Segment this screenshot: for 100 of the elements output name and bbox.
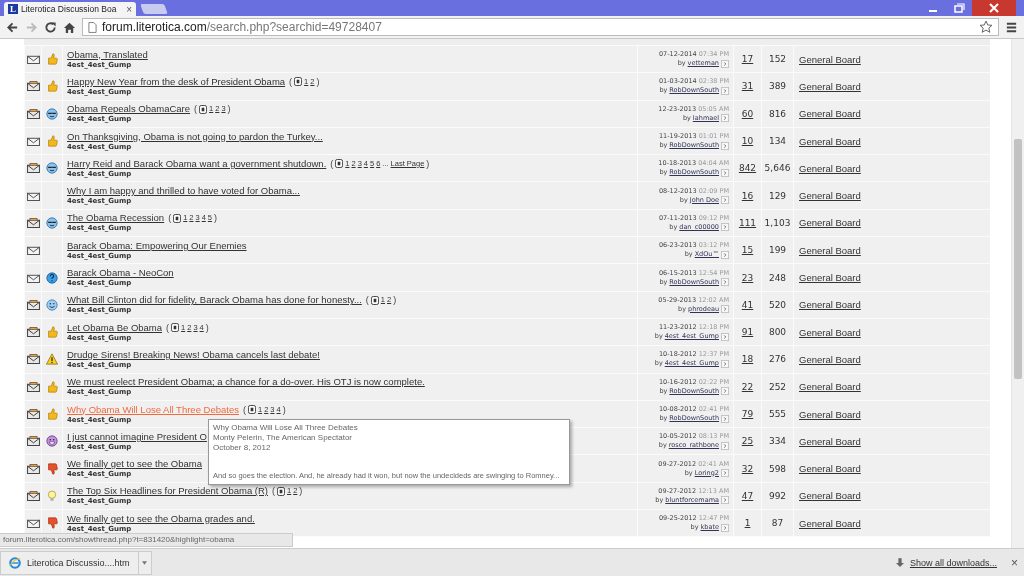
thread-title-link[interactable]: The Top Six Headlines for President Obama (R)	[67, 485, 268, 498]
status-url: forum.literotica.com/showthread.php?t=831420&highlight=obama	[0, 533, 293, 547]
multipage-icon	[171, 323, 180, 333]
thread-title-link[interactable]: On Thanksgiving, Obama is not going to pardon the Turkey...	[67, 130, 323, 143]
bookmark-star-icon[interactable]	[979, 20, 993, 34]
replies-count-link[interactable]: 32	[741, 463, 754, 474]
close-tab-button[interactable]: ×	[126, 3, 132, 15]
go-to-last-post-icon[interactable]	[721, 387, 729, 396]
forum-link[interactable]: General Board	[799, 162, 861, 174]
go-to-last-post-icon[interactable]	[721, 469, 729, 478]
forum-link[interactable]: General Board	[799, 272, 861, 283]
thread-title-link[interactable]: Barack Obama: Empowering Our Enemies	[67, 239, 247, 252]
thread-title-link[interactable]: Harry Reid and Barack Obama want a government shutdown.	[67, 157, 327, 170]
go-to-last-post-icon[interactable]	[721, 523, 729, 532]
scrollbar-thumb[interactable]	[1014, 139, 1022, 379]
replies-count-link[interactable]: 41	[741, 299, 754, 310]
multipage-icon	[199, 104, 208, 114]
go-to-last-post-icon[interactable]	[721, 414, 729, 423]
bracket: (	[365, 294, 369, 307]
forum-link[interactable]: General Board	[799, 353, 861, 365]
thread-title-link[interactable]: Obama Repeals ObamaCare	[67, 103, 191, 116]
go-to-last-post-icon[interactable]	[721, 59, 729, 68]
go-to-last-post-icon[interactable]	[721, 441, 729, 450]
thumbs-up-icon	[46, 53, 58, 66]
thread-title-link[interactable]: I just cannot imagine President O	[67, 430, 207, 443]
go-to-last-post-icon[interactable]	[721, 86, 729, 95]
replies-count-link[interactable]: 25	[741, 436, 754, 447]
back-icon[interactable]	[6, 20, 19, 34]
thread-title-link[interactable]: We finally get to see the Obama	[67, 458, 202, 471]
thread-title-link[interactable]: Let Obama Be Obama	[67, 321, 163, 334]
close-window-icon[interactable]	[972, 0, 1016, 16]
forum-link[interactable]: General Board	[799, 217, 861, 229]
replies-count-link[interactable]: 22	[741, 381, 754, 392]
go-to-last-post-icon[interactable]	[721, 496, 729, 505]
thread-title-link[interactable]: The Obama Recession	[67, 212, 165, 225]
new-tab-button[interactable]	[140, 4, 168, 14]
go-to-last-post-icon[interactable]	[721, 305, 729, 314]
replies-count-link[interactable]: 60	[741, 108, 754, 119]
thread-title-link[interactable]: Barack Obama - NeoCon	[67, 267, 174, 279]
forum-link[interactable]: General Board	[799, 80, 861, 92]
forum-link[interactable]: General Board	[799, 463, 861, 475]
replies-count-link[interactable]: 111	[738, 217, 757, 228]
replies-count-link[interactable]: 23	[741, 272, 754, 283]
thread-title-link[interactable]: Obama, Translated	[67, 48, 148, 61]
go-to-last-post-icon[interactable]	[721, 114, 729, 123]
sunglasses-face-icon	[46, 107, 58, 120]
replies-count-link[interactable]: 1	[744, 518, 751, 529]
forum-link[interactable]: General Board	[799, 53, 861, 65]
go-to-last-post-icon[interactable]	[721, 141, 729, 150]
tooltip-date: October 8, 2012	[213, 443, 271, 453]
forum-link[interactable]: General Board	[799, 326, 861, 338]
scrollbar[interactable]	[1011, 39, 1024, 548]
thread-title-link[interactable]: Drudge Sirens! Breaking News! Obama cancels last debate!	[67, 348, 320, 361]
menu-icon[interactable]	[1005, 20, 1018, 34]
forum-link[interactable]: General Board	[799, 135, 861, 147]
grin-face-icon	[46, 435, 58, 448]
forum-link[interactable]: General Board	[799, 408, 861, 420]
go-to-last-post-icon[interactable]	[721, 223, 729, 232]
thread-title-link[interactable]: What Bill Clinton did for fidelity, Barack Obama has done for honesty...	[67, 294, 362, 307]
thumbs-down-icon	[46, 517, 58, 530]
forum-link[interactable]: General Board	[799, 244, 861, 256]
replies-count-link[interactable]: 842	[738, 163, 757, 174]
forum-link[interactable]: General Board	[799, 108, 861, 120]
go-to-last-post-icon[interactable]	[721, 278, 729, 286]
thread-title-link[interactable]: Why I am happy and thrilled to have voted for Obama...	[67, 185, 300, 198]
thread-title-link[interactable]: Happy New Year from the desk of President Obama	[67, 75, 286, 88]
replies-count-link[interactable]: 47	[741, 490, 754, 501]
replies-count-link[interactable]: 79	[741, 409, 754, 419]
forum-link[interactable]: General Board	[799, 517, 861, 529]
show-all-downloads-link[interactable]: Show all downloads...	[909, 557, 997, 568]
download-item[interactable]: Literotica Discussio....htm	[0, 550, 138, 575]
replies-count-link[interactable]: 17	[741, 54, 754, 65]
replies-count-link[interactable]: 16	[741, 190, 754, 201]
bracket: )	[426, 157, 430, 170]
home-icon[interactable]	[63, 20, 76, 34]
go-to-last-post-icon[interactable]	[721, 359, 729, 368]
views-count: 199	[768, 245, 787, 256]
forum-link[interactable]: General Board	[799, 490, 861, 502]
replies-count-link[interactable]: 15	[741, 245, 754, 256]
go-to-last-post-icon[interactable]	[721, 168, 729, 177]
bracket: (	[168, 212, 172, 225]
browser-tab[interactable]: L Literotica Discussion Boa ×	[4, 2, 136, 16]
address-field[interactable]: forum.literotica.com/search.php?searchid=49728407	[82, 18, 999, 36]
thumbs-up-icon	[46, 380, 58, 393]
forum-link[interactable]: General Board	[799, 190, 861, 202]
reload-icon[interactable]	[44, 20, 57, 34]
thread-title-link[interactable]: We finally get to see the Obama grades and.	[67, 512, 255, 525]
replies-count-link[interactable]: 18	[741, 354, 754, 365]
thread-title-link[interactable]: We must reelect President Obama; a chance for a do-over. His OTJ is now complete.	[67, 376, 425, 389]
forum-link[interactable]: General Board	[799, 381, 861, 393]
replies-count-link[interactable]: 91	[741, 327, 754, 338]
replies-count-link[interactable]: 31	[741, 81, 754, 92]
replies-count-link[interactable]: 10	[741, 136, 754, 147]
forum-link[interactable]: General Board	[799, 299, 861, 311]
close-downloads-button[interactable]: ×	[1011, 555, 1018, 570]
warning-icon	[46, 353, 58, 366]
forum-link[interactable]: General Board	[799, 435, 861, 447]
go-to-last-post-icon[interactable]	[721, 196, 729, 205]
go-to-last-post-icon[interactable]	[721, 250, 729, 259]
go-to-last-post-icon[interactable]	[721, 332, 729, 341]
